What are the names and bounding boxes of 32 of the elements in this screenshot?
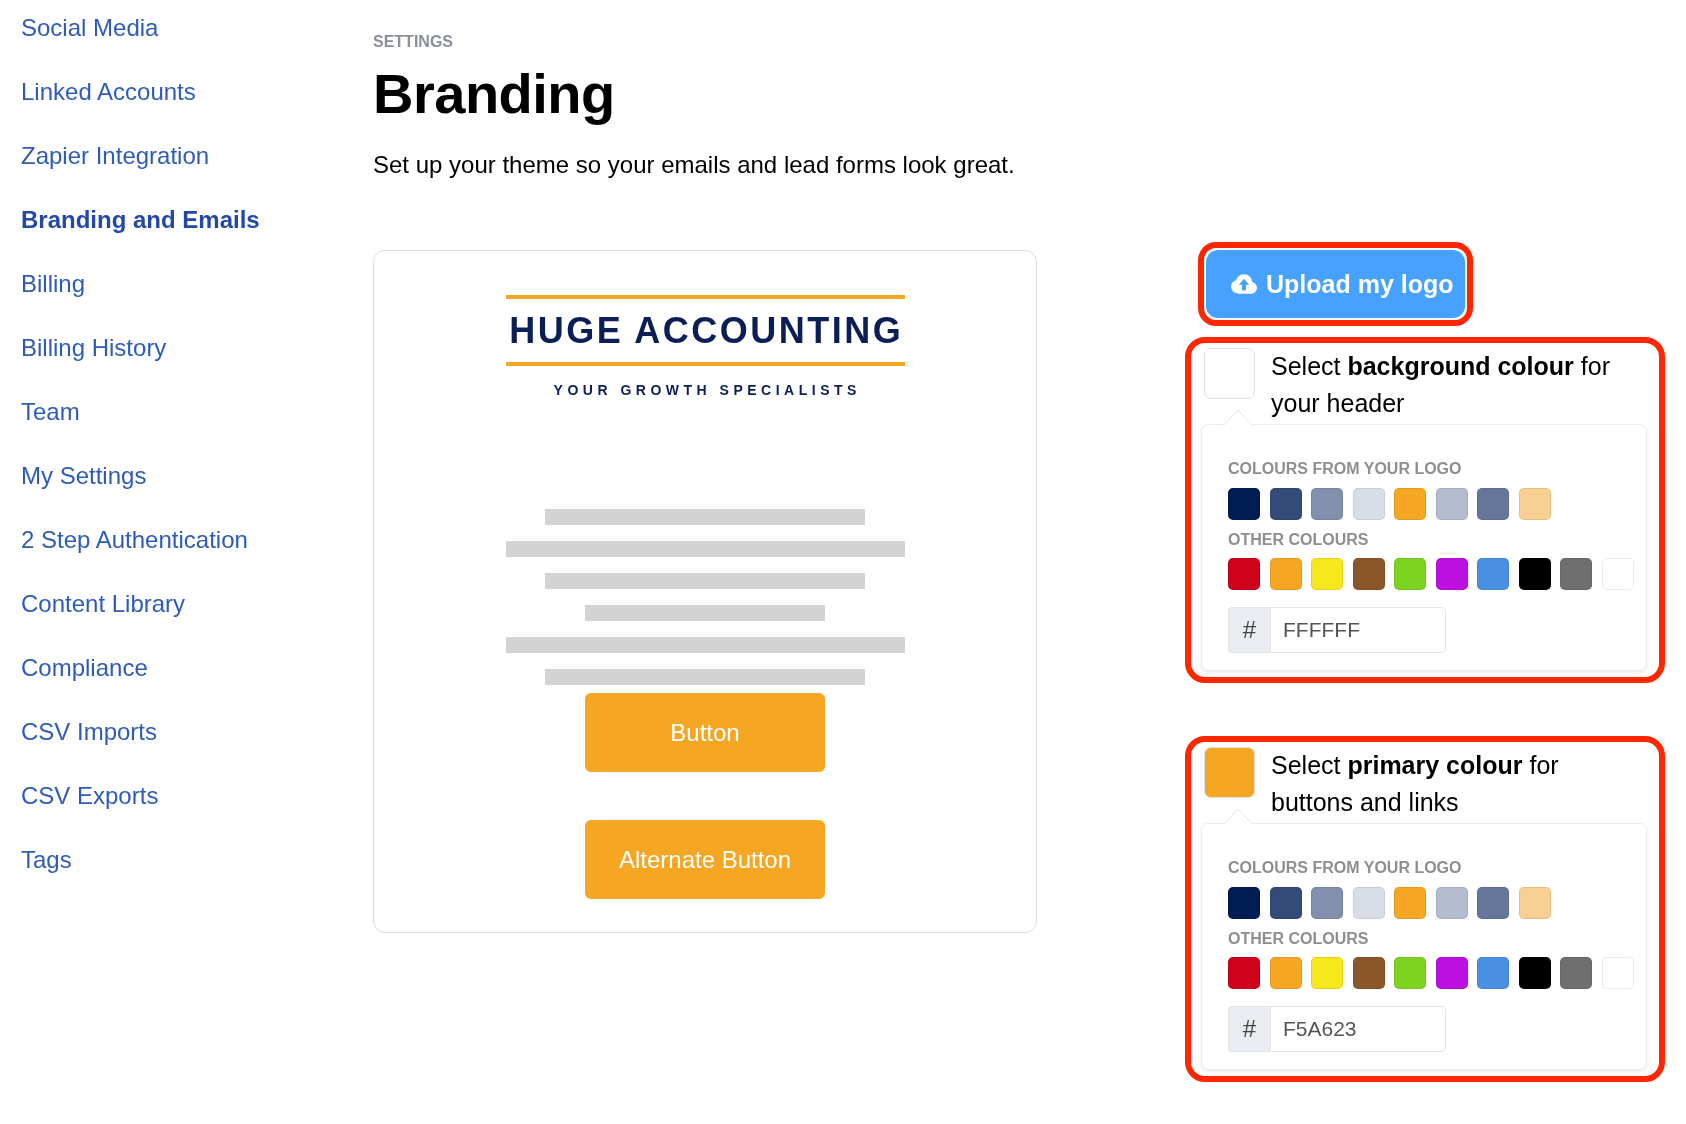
- page-title: Branding: [373, 61, 616, 127]
- sidebar-link[interactable]: My Settings: [21, 456, 147, 496]
- sidebar-link[interactable]: 2 Step Authentication: [21, 520, 248, 560]
- page-description: Set up your theme so your emails and lead forms look great.: [373, 150, 1016, 180]
- picker-prompt: Select background colour for your header: [1271, 351, 1611, 419]
- colour-swatch-icon[interactable]: [1204, 348, 1255, 399]
- hex-prefix: #: [1228, 607, 1270, 653]
- hex-input[interactable]: FFFFFF: [1270, 607, 1446, 653]
- sidebar-link[interactable]: Team: [21, 392, 80, 432]
- sidebar-link[interactable]: CSV Imports: [21, 712, 158, 752]
- sidebar-link[interactable]: Linked Accounts: [21, 72, 196, 112]
- sidebar-link[interactable]: Social Media: [21, 8, 159, 48]
- picker-prompt: Select primary colour for buttons and links: [1271, 750, 1560, 818]
- sidebar-link[interactable]: Zapier Integration: [21, 136, 210, 176]
- sidebar-link[interactable]: Branding and Emails: [21, 200, 260, 240]
- logo-name: HUGE ACCOUNTING: [508, 309, 904, 353]
- hex-input[interactable]: F5A623: [1270, 1006, 1446, 1052]
- sidebar-link[interactable]: Billing: [21, 264, 86, 304]
- sidebar-link[interactable]: Content Library: [21, 584, 186, 624]
- section-label: OTHER COLOURS: [1228, 929, 1370, 949]
- hex-prefix: #: [1228, 1006, 1270, 1052]
- sidebar-link[interactable]: CSV Exports: [21, 776, 159, 816]
- sidebar-link[interactable]: Billing History: [21, 328, 167, 368]
- cloud-upload-icon: [1231, 274, 1257, 294]
- sidebar-link[interactable]: Compliance: [21, 648, 148, 688]
- section-label: SETTINGS: [373, 33, 454, 51]
- section-label: OTHER COLOURS: [1228, 530, 1370, 550]
- section-label: COLOURS FROM YOUR LOGO: [1228, 459, 1463, 479]
- sidebar-link[interactable]: Tags: [21, 840, 72, 880]
- logo-tagline: YOUR GROWTH SPECIALISTS: [552, 381, 861, 400]
- section-label: COLOURS FROM YOUR LOGO: [1228, 858, 1463, 878]
- colour-swatch-icon[interactable]: [1204, 747, 1255, 798]
